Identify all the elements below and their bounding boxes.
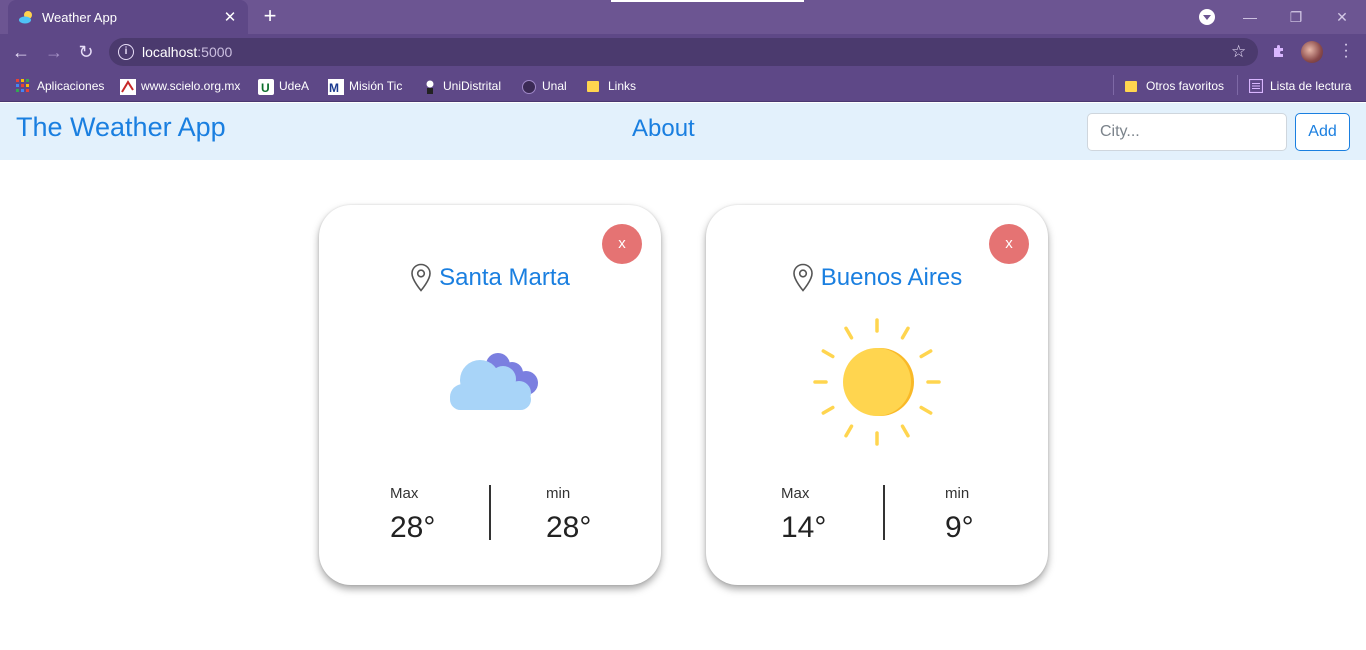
max-temp: 14° (781, 511, 827, 544)
new-tab-button[interactable]: + (258, 5, 282, 29)
bookmark-aplicaciones[interactable]: Aplicaciones (16, 77, 104, 95)
back-icon[interactable]: ← (10, 41, 32, 63)
bookmarks-separator (1113, 75, 1114, 95)
extensions-icon[interactable] (1271, 43, 1287, 59)
city-name[interactable]: Buenos Aires (821, 264, 962, 292)
min-temp: 28° (546, 511, 592, 544)
address-url[interactable]: localhost:5000 (142, 44, 232, 60)
bookmark-udea[interactable]: U UdeA (258, 77, 309, 95)
tab-indicator (611, 0, 804, 2)
unal-icon (521, 79, 536, 94)
city-search-input[interactable] (1087, 113, 1287, 151)
udea-icon: U (258, 79, 274, 95)
temperature-row: Max 14° min 9° (706, 483, 1048, 544)
cloudy-icon (450, 353, 538, 410)
max-label: Max (390, 485, 419, 502)
mision-tic-icon: M (328, 79, 344, 95)
bookmark-otros-favoritos[interactable]: Otros favoritos (1125, 77, 1224, 95)
unidistrital-icon (422, 79, 436, 94)
scielo-icon (120, 79, 136, 95)
window-close-icon[interactable]: ✕ (1330, 6, 1354, 28)
bookmark-scielo[interactable]: www.scielo.org.mx (120, 77, 240, 95)
tab-title: Weather App (42, 9, 117, 25)
bookmarks-separator (1237, 75, 1238, 95)
bookmark-unidistrital[interactable]: UniDistrital (422, 77, 501, 95)
max-temp: 28° (390, 511, 436, 544)
sunny-icon (813, 318, 941, 446)
min-label: min (546, 485, 571, 502)
min-label: min (945, 485, 970, 502)
reading-list-icon (1248, 78, 1264, 94)
city-header: Buenos Aires (706, 263, 1048, 293)
bookmark-unal[interactable]: Unal (521, 77, 567, 95)
temp-divider (883, 485, 885, 540)
minimize-icon[interactable]: — (1238, 6, 1262, 28)
location-pin-icon (792, 263, 813, 292)
remove-city-button[interactable]: x (989, 224, 1029, 264)
svg-text:U: U (261, 81, 270, 95)
city-name[interactable]: Santa Marta (439, 264, 570, 292)
location-pin-icon (411, 263, 431, 292)
reading-list-button[interactable]: Lista de lectura (1248, 77, 1351, 95)
remove-city-button[interactable]: x (602, 224, 642, 264)
app-brand-link[interactable]: The Weather App (16, 112, 226, 143)
address-bar[interactable] (109, 38, 1258, 66)
tab-close-icon[interactable]: ✕ (222, 8, 238, 26)
reload-icon[interactable]: ↻ (75, 41, 97, 63)
weather-card: x Santa Marta Max 28° min 28° (319, 205, 661, 585)
city-header: Santa Marta (319, 263, 661, 293)
folder-icon (587, 79, 601, 93)
weather-favicon-icon (18, 9, 34, 25)
about-link[interactable]: About (632, 115, 695, 143)
bookmark-star-icon[interactable]: ☆ (1231, 42, 1246, 62)
bookmark-mision-tic[interactable]: M Misión Tic (328, 77, 402, 95)
svg-text:M: M (329, 81, 339, 95)
apps-grid-icon (16, 79, 30, 93)
forward-icon[interactable]: → (43, 41, 65, 63)
add-city-button[interactable]: Add (1295, 113, 1350, 151)
browser-menu-icon[interactable]: · · · (1340, 37, 1352, 65)
browser-tab[interactable]: Weather App ✕ (8, 0, 248, 34)
profile-avatar[interactable] (1301, 41, 1323, 63)
tab-search-icon[interactable] (1199, 9, 1215, 25)
temperature-row: Max 28° min 28° (319, 483, 661, 544)
folder-icon (1125, 79, 1139, 93)
bookmark-links[interactable]: Links (587, 77, 636, 95)
site-info-icon[interactable]: i (118, 44, 134, 60)
weather-card: x Buenos Aires Max 14° min 9° (706, 205, 1048, 585)
min-temp: 9° (945, 511, 974, 544)
max-label: Max (781, 485, 810, 502)
restore-icon[interactable]: ❐ (1284, 6, 1308, 28)
temp-divider (489, 485, 491, 540)
